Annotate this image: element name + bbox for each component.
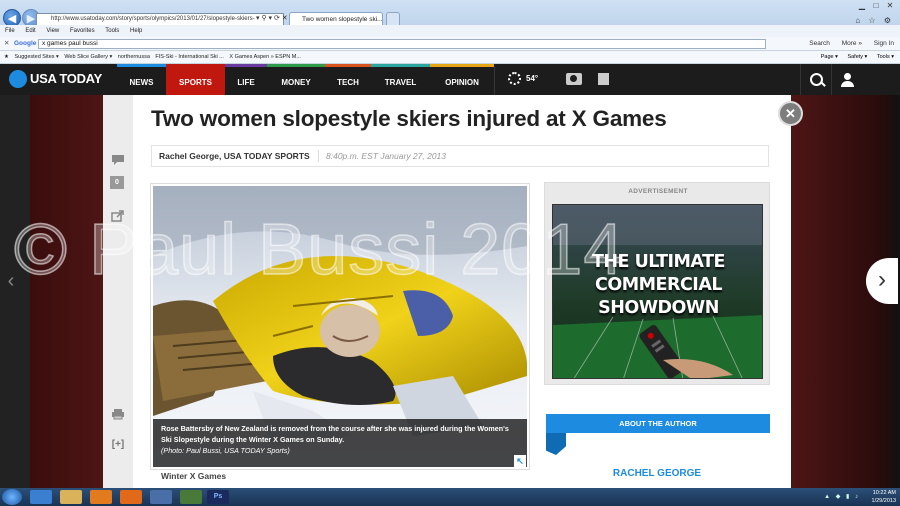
byline-timestamp: 8:40p.m. EST January 27, 2013 xyxy=(326,151,447,161)
photo-caption: Rose Battersby of New Zealand is removed… xyxy=(153,419,527,467)
expand-text-icon[interactable]: [+] xyxy=(109,437,127,453)
close-article-button[interactable]: ✕ xyxy=(778,101,803,126)
weather-temp: 54° xyxy=(526,74,539,83)
tab-title: Two women slopestyle ski... xyxy=(302,16,383,23)
article-card: 0 [+] Two women slopestyle skiers injure… xyxy=(103,95,791,488)
menu-bar: File Edit View Favorites Tools Help xyxy=(0,25,900,37)
nav-tech[interactable]: TECH xyxy=(325,64,371,95)
favorites-star-icon[interactable]: ★ xyxy=(4,54,9,60)
nav-life[interactable]: LIFE xyxy=(225,64,267,95)
page-menu[interactable]: Page ▾ xyxy=(821,54,838,60)
google-search-input[interactable]: x games paul bussi xyxy=(38,39,766,49)
clock-time: 10:22 AM xyxy=(872,490,896,496)
maximize-icon[interactable]: □ xyxy=(870,0,882,11)
search-icon[interactable] xyxy=(800,64,831,95)
menu-tools[interactable]: Tools xyxy=(105,28,119,34)
ad-line-2: COMMERCIAL xyxy=(594,275,723,295)
media-player-taskbar-icon[interactable] xyxy=(90,490,112,504)
system-clock[interactable]: 10:22 AM 1/29/2013 xyxy=(872,489,896,505)
menu-file[interactable]: File xyxy=(5,28,15,34)
windows-taskbar: Ps ▲ ◆ ▮ ♪ 10:22 AM 1/29/2013 xyxy=(0,488,900,506)
google-toolbar: ✕ Google x games paul bussi Search More … xyxy=(0,37,900,51)
fav-x-games[interactable]: X Games Aspen » ESPN M... xyxy=(229,54,301,60)
google-toolbar-right: Search More » Sign In xyxy=(799,37,894,51)
command-bar: Page ▾ Safety ▾ Tools ▾ xyxy=(813,51,894,64)
share-sidebar: 0 [+] xyxy=(103,95,133,488)
ribbon-fold xyxy=(546,433,566,455)
about-author-title: ABOUT THE AUTHOR xyxy=(546,414,770,433)
ad-line-3: SHOWDOWN xyxy=(598,298,719,318)
ad-line-1: THE ULTIMATE xyxy=(591,252,726,272)
nav-sports[interactable]: SPORTS xyxy=(166,64,225,95)
site-logo[interactable]: USA TODAY xyxy=(30,70,102,88)
user-icon[interactable] xyxy=(831,64,862,95)
app-taskbar-icon[interactable] xyxy=(150,490,172,504)
explorer-taskbar-icon[interactable] xyxy=(60,490,82,504)
previous-story-arrow-icon[interactable]: ‹ xyxy=(0,263,22,299)
chrome-taskbar-icon[interactable] xyxy=(180,490,202,504)
photo-image: Rose Battersby of New Zealand is removed… xyxy=(153,186,527,467)
byline-divider xyxy=(318,150,319,162)
menu-help[interactable]: Help xyxy=(130,28,142,34)
author-name[interactable]: RACHEL GEORGE xyxy=(544,468,770,479)
nav-news[interactable]: NEWS xyxy=(117,64,166,95)
ad-label: ADVERTISEMENT xyxy=(628,188,688,195)
caption-text: Rose Battersby of New Zealand is removed… xyxy=(161,424,509,444)
fav-northernussa[interactable]: northernussa xyxy=(118,54,150,60)
about-author: ABOUT THE AUTHOR RACHEL GEORGE xyxy=(544,414,770,488)
menu-favorites[interactable]: Favorites xyxy=(70,28,95,34)
expand-photo-icon[interactable]: ↖ xyxy=(514,455,526,467)
clock-date: 1/29/2013 xyxy=(871,498,896,504)
menu-view[interactable]: View xyxy=(46,28,59,34)
google-search-button[interactable]: Search xyxy=(809,40,830,47)
article-headline: Two women slopestyle skiers injured at X… xyxy=(151,106,667,131)
camera-icon[interactable] xyxy=(566,73,582,85)
close-window-icon[interactable]: ✕ xyxy=(884,0,896,11)
media-icon[interactable] xyxy=(598,73,609,85)
ie-taskbar-icon[interactable] xyxy=(30,490,52,504)
home-favorites-settings-icons[interactable]: ⌂ ☆ ⚙ xyxy=(855,16,894,25)
nav-weather[interactable]: 54° xyxy=(508,70,538,88)
nav-divider xyxy=(494,67,495,95)
fav-suggested-sites[interactable]: Suggested Sites ▾ xyxy=(14,54,58,60)
system-tray-icons[interactable]: ▲ ◆ ▮ ♪ xyxy=(824,493,860,500)
nav-money[interactable]: MONEY xyxy=(267,64,325,95)
address-bar-icons[interactable]: ▾ ⚲ ▾ ⟳ ✕ xyxy=(256,13,288,25)
google-more-button[interactable]: More » xyxy=(842,40,862,47)
google-sign-in-button[interactable]: Sign In xyxy=(874,40,894,47)
byline-author[interactable]: Rachel George, USA TODAY SPORTS xyxy=(159,146,310,166)
favorites-bar: ★ Suggested Sites ▾ Web Slice Gallery ▾ … xyxy=(0,51,900,64)
nav-opinion[interactable]: OPINION xyxy=(430,64,494,95)
share-icon[interactable] xyxy=(109,210,127,226)
nav-travel[interactable]: TRAVEL xyxy=(371,64,430,95)
menu-edit[interactable]: Edit xyxy=(25,28,35,34)
comment-icon[interactable] xyxy=(109,154,127,170)
usatoday-logo-dot-icon[interactable] xyxy=(9,70,27,88)
safety-menu[interactable]: Safety ▾ xyxy=(847,54,867,60)
close-toolbar-icon[interactable]: ✕ xyxy=(4,37,9,51)
tools-menu[interactable]: Tools ▾ xyxy=(877,54,894,60)
minimize-icon[interactable]: ▁ xyxy=(856,0,868,11)
sun-icon xyxy=(508,72,521,86)
firefox-taskbar-icon[interactable] xyxy=(120,490,142,504)
photoshop-taskbar-icon[interactable]: Ps xyxy=(207,490,229,504)
photo-credit: (Photo: Paul Bussi, USA TODAY Sports) xyxy=(161,446,290,455)
article-photo[interactable]: Rose Battersby of New Zealand is removed… xyxy=(150,183,530,470)
print-icon[interactable] xyxy=(109,408,127,424)
byline: Rachel George, USA TODAY SPORTS 8:40p.m.… xyxy=(151,145,769,167)
fav-web-slice-gallery[interactable]: Web Slice Gallery ▾ xyxy=(64,54,112,60)
advertisement: ADVERTISEMENT THE ULTIMATE COMMERCIAL SH… xyxy=(544,182,770,385)
photo-section-label[interactable]: Winter X Games xyxy=(161,471,226,481)
fav-fis-ski[interactable]: FIS-Ski - International Ski ... xyxy=(155,54,223,60)
ad-banner[interactable]: THE ULTIMATE COMMERCIAL SHOWDOWN xyxy=(552,204,763,379)
window-controls: ▁ □ ✕ xyxy=(856,0,896,14)
start-button[interactable] xyxy=(2,489,22,505)
google-logo: Google xyxy=(14,40,37,47)
screen: ◀ ▶ http://www.usatoday.com/story/sports… xyxy=(0,0,900,506)
comment-count[interactable]: 0 xyxy=(110,176,124,189)
